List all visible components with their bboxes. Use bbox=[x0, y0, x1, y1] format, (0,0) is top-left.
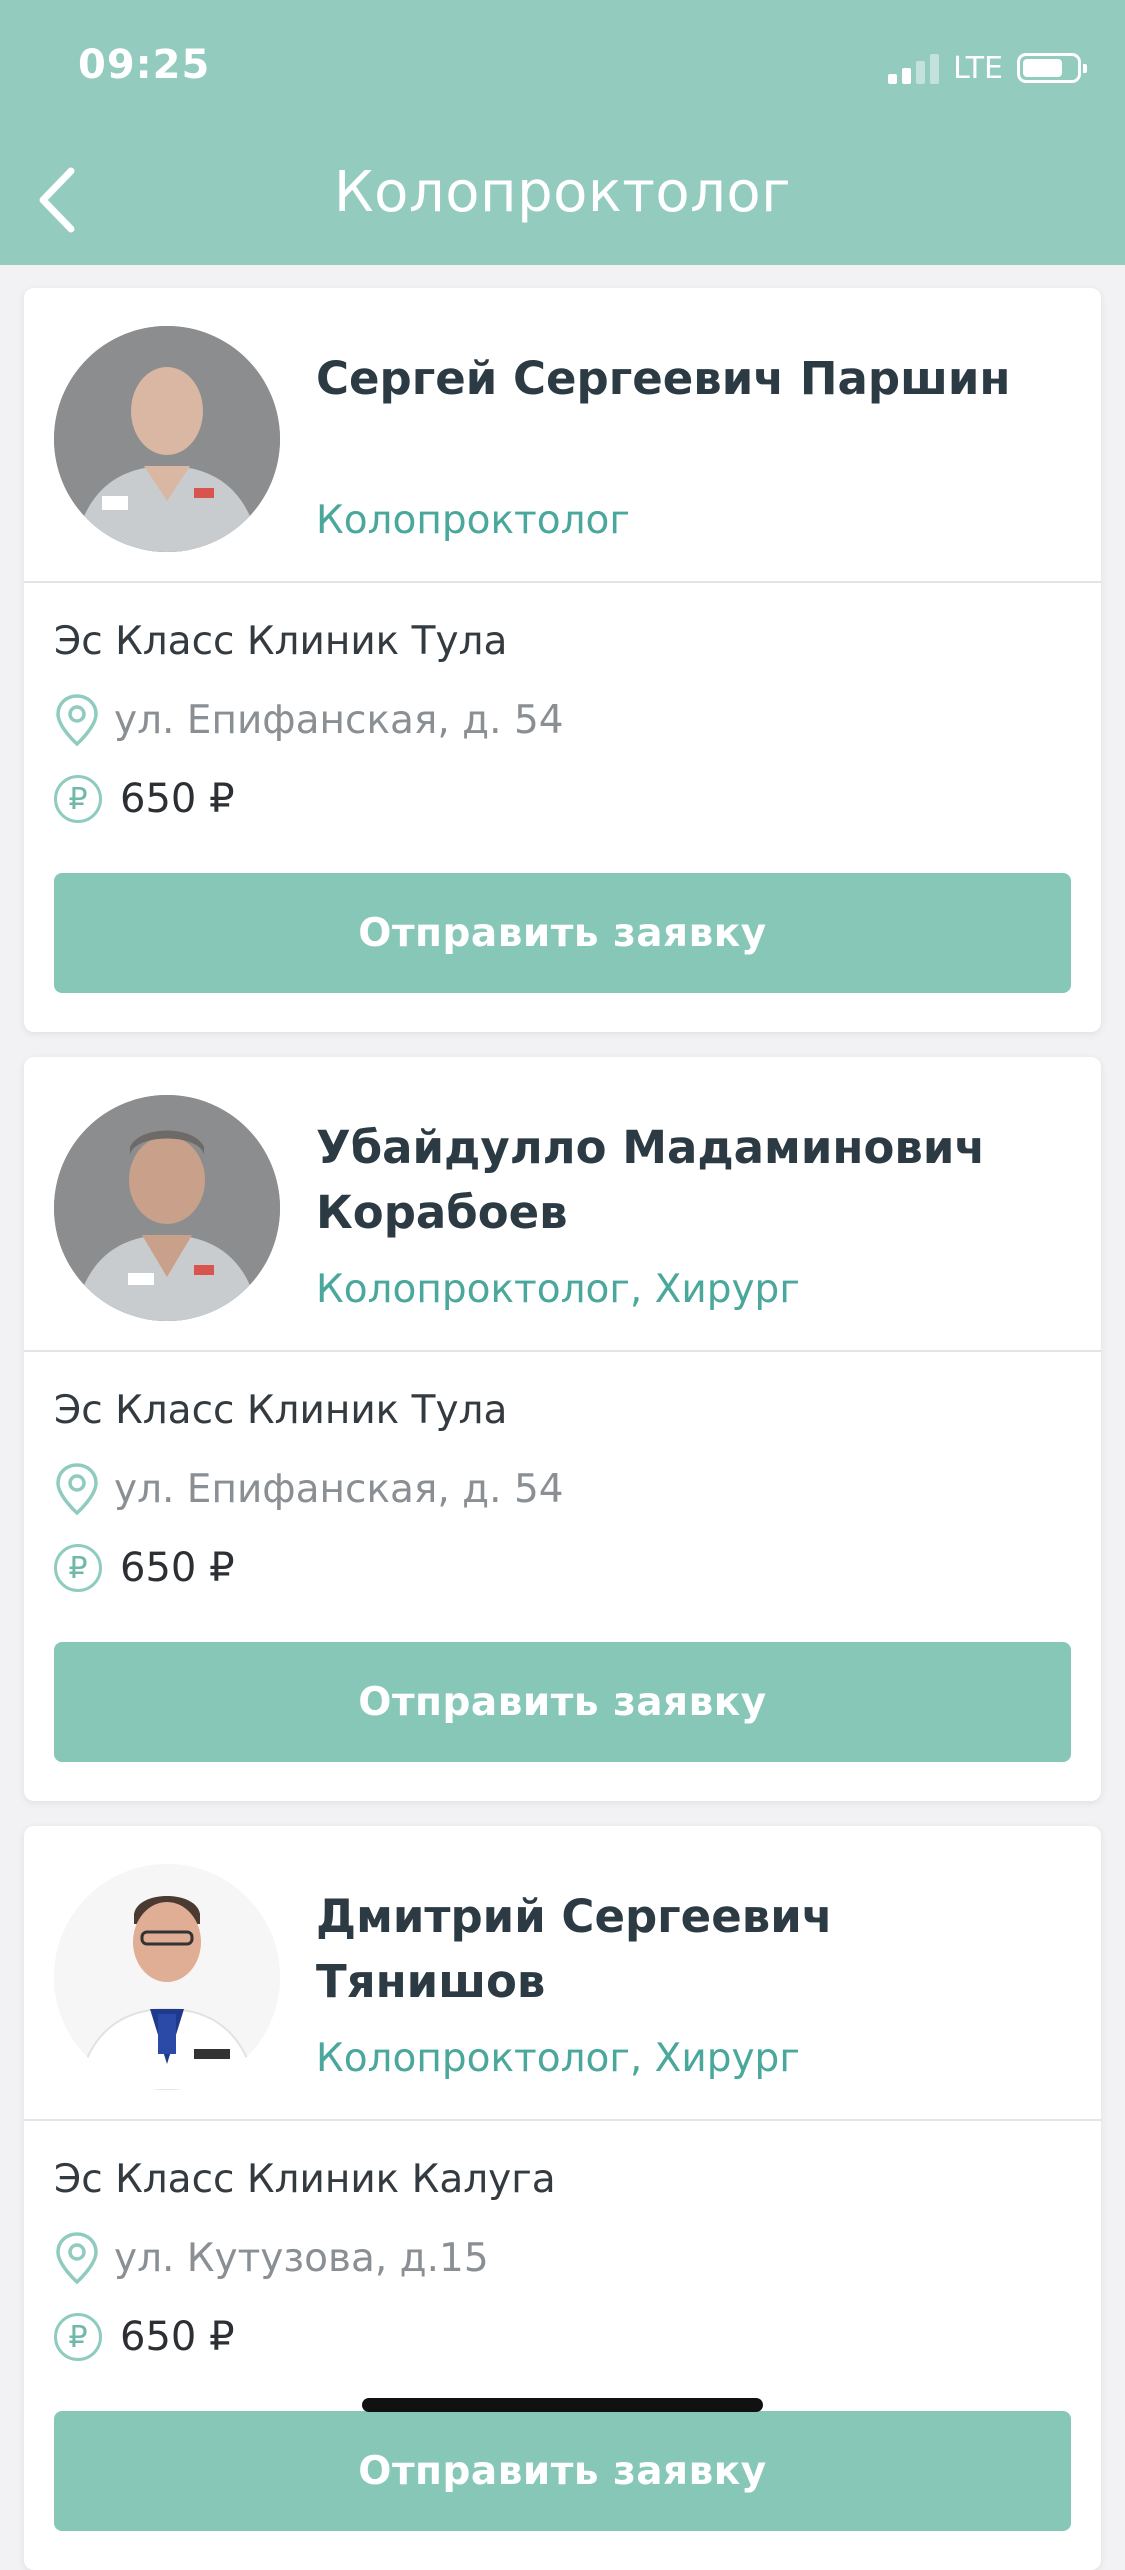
ruble-icon: ₽ bbox=[54, 775, 102, 823]
clinic-address: ул. Кутузова, д.15 bbox=[114, 2235, 489, 2281]
status-indicators: LTE bbox=[888, 50, 1087, 86]
network-label: LTE bbox=[953, 50, 1003, 86]
clinic-address: ул. Епифанская, д. 54 bbox=[114, 1466, 564, 1512]
address-row: ул. Епифанская, д. 54 bbox=[54, 1462, 564, 1516]
doctor-card: Убайдулло Мадаминович Корабоев Колопрокт… bbox=[24, 1057, 1101, 1801]
home-indicator[interactable] bbox=[362, 2398, 763, 2412]
app-header: 09:25 LTE Колопроктолог bbox=[0, 0, 1125, 265]
doctor-card-header[interactable]: Дмитрий Сергеевич Тянишов Колопроктолог,… bbox=[24, 1826, 1101, 2121]
doctor-avatar bbox=[54, 1864, 280, 2090]
clinic-name: Эс Класс Клиник Тула bbox=[54, 619, 508, 664]
signal-icon bbox=[888, 52, 940, 84]
doctor-card-header[interactable]: Убайдулло Мадаминович Корабоев Колопрокт… bbox=[24, 1057, 1101, 1352]
send-request-button[interactable]: Отправить заявку bbox=[54, 2411, 1071, 2531]
doctor-card: Сергей Сергеевич Паршин Колопроктолог Эс… bbox=[24, 288, 1101, 1032]
doctor-avatar bbox=[54, 326, 280, 552]
doctor-card-details: Эс Класс Клиник Тула ул. Епифанская, д. … bbox=[24, 583, 1101, 1025]
consultation-price: 650 ₽ bbox=[120, 1545, 235, 1591]
doctor-specialty: Колопроктолог bbox=[316, 498, 630, 543]
ruble-icon: ₽ bbox=[54, 2313, 102, 2361]
doctor-name: Дмитрий Сергеевич Тянишов bbox=[316, 1890, 833, 2008]
doctor-name: Убайдулло Мадаминович Корабоев bbox=[316, 1121, 986, 1239]
consultation-price: 650 ₽ bbox=[120, 2314, 235, 2360]
address-row: ул. Кутузова, д.15 bbox=[54, 2231, 489, 2285]
address-row: ул. Епифанская, д. 54 bbox=[54, 693, 564, 747]
doctor-specialty: Колопроктолог, Хирург bbox=[316, 1267, 800, 1312]
clinic-name: Эс Класс Клиник Тула bbox=[54, 1388, 508, 1433]
status-time: 09:25 bbox=[78, 42, 211, 88]
ruble-icon: ₽ bbox=[54, 1544, 102, 1592]
price-row: ₽ 650 ₽ bbox=[54, 775, 235, 823]
clinic-address: ул. Епифанская, д. 54 bbox=[114, 697, 564, 743]
battery-icon bbox=[1017, 53, 1087, 83]
location-pin-icon bbox=[56, 694, 98, 747]
price-row: ₽ 650 ₽ bbox=[54, 1544, 235, 1592]
doctor-card-details: Эс Класс Клиник Калуга ул. Кутузова, д.1… bbox=[24, 2121, 1101, 2563]
doctor-card-details: Эс Класс Клиник Тула ул. Епифанская, д. … bbox=[24, 1352, 1101, 1794]
doctor-card: Дмитрий Сергеевич Тянишов Колопроктолог,… bbox=[24, 1826, 1101, 2570]
send-request-button[interactable]: Отправить заявку bbox=[54, 1642, 1071, 1762]
consultation-price: 650 ₽ bbox=[120, 776, 235, 822]
clinic-name: Эс Класс Клиник Калуга bbox=[54, 2157, 556, 2202]
doctor-card-header[interactable]: Сергей Сергеевич Паршин Колопроктолог bbox=[24, 288, 1101, 583]
location-pin-icon bbox=[56, 1463, 98, 1516]
price-row: ₽ 650 ₽ bbox=[54, 2313, 235, 2361]
location-pin-icon bbox=[56, 2232, 98, 2285]
doctor-specialty: Колопроктолог, Хирург bbox=[316, 2036, 800, 2081]
doctor-avatar bbox=[54, 1095, 280, 1321]
page-title: Колопроктолог bbox=[333, 160, 792, 225]
doctor-name: Сергей Сергеевич Паршин bbox=[316, 352, 1011, 405]
send-request-button[interactable]: Отправить заявку bbox=[54, 873, 1071, 993]
